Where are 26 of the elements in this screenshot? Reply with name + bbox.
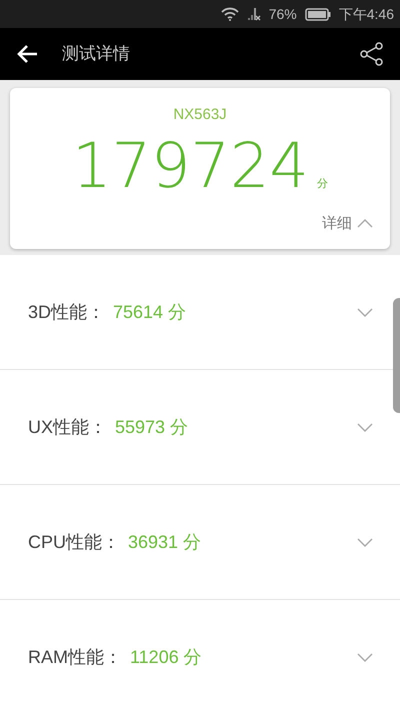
chevron-down-icon[interactable] [356,652,374,662]
details-toggle[interactable]: 详细 [322,212,374,235]
chevron-down-icon[interactable] [356,306,374,318]
chevron-up-icon [356,218,374,230]
category-score: 75614 分 [113,300,186,324]
category-label: CPU性能： [28,530,120,554]
battery-icon [304,8,331,20]
score-unit: 分 [316,177,328,192]
battery-level: 76% [268,4,297,24]
device-model: NX563J [173,105,227,125]
edge-handle[interactable] [393,298,400,413]
clock-time: 下午4:46 [338,4,394,24]
chevron-down-icon[interactable] [356,536,374,548]
wifi-icon [220,7,239,21]
chevron-down-icon[interactable] [356,422,374,432]
back-arrow-icon[interactable] [16,44,38,64]
category-score: 11206 分 [130,646,202,668]
page-title: 测试详情 [62,43,130,66]
signal-icon [246,7,261,21]
total-score: 179724 [72,134,309,196]
category-score: 55973 分 [115,416,188,438]
category-label: RAM性能： [28,646,122,668]
category-score: 36931 分 [128,530,202,554]
category-label: 3D性能： [28,300,106,324]
share-icon[interactable] [360,42,384,66]
category-label: UX性能： [28,416,108,438]
